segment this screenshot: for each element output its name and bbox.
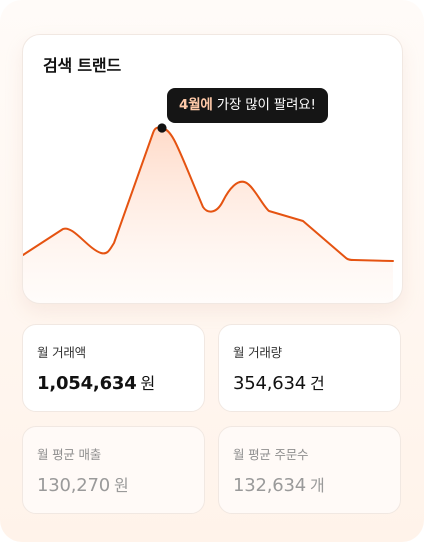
monthly-sales-value: 1,054,634 원 (37, 370, 155, 394)
monthly-volume-label: 월 거래량 (233, 345, 282, 360)
monthly-volume-card: 월 거래량 354,634 건 (218, 324, 401, 412)
search-trend-card: 검색 트랜드 4월에 가장 많이 팔려요! (22, 34, 403, 304)
monthly-volume-value: 354,634 건 (233, 370, 325, 394)
average-orders-label: 월 평균 주문수 (233, 447, 309, 462)
average-revenue-card: 월 평균 매출 130,270 원 (22, 426, 205, 514)
tooltip-highlight: 4월에 (179, 97, 213, 113)
tooltip-text: 가장 많이 팔려요! (212, 97, 316, 113)
average-orders-value: 132,634 개 (233, 472, 325, 496)
monthly-sales-number: 1,054,634 (37, 373, 137, 394)
average-revenue-number: 130,270 (37, 475, 111, 496)
average-orders-unit: 개 (310, 476, 325, 495)
average-revenue-label: 월 평균 매출 (37, 447, 102, 462)
average-revenue-unit: 원 (114, 476, 129, 495)
trend-tooltip: 4월에 가장 많이 팔려요! (167, 88, 328, 123)
average-orders-number: 132,634 (233, 475, 307, 496)
background-panel: 검색 트랜드 4월에 가장 많이 팔려요! 월 거래액 1,054,634원 (0, 0, 424, 542)
monthly-sales-unit: 원 (140, 374, 156, 393)
monthly-sales-label: 월 거래액 (37, 345, 86, 360)
average-revenue-value: 130,270 원 (37, 472, 129, 496)
peak-marker (157, 123, 167, 133)
trend-chart (23, 123, 394, 303)
trend-area (23, 127, 393, 303)
monthly-volume-unit: 건 (310, 374, 325, 393)
monthly-volume-number: 354,634 (233, 373, 307, 394)
average-orders-card: 월 평균 주문수 132,634 개 (218, 426, 401, 514)
monthly-sales-card: 월 거래액 1,054,634 원 (22, 324, 205, 412)
